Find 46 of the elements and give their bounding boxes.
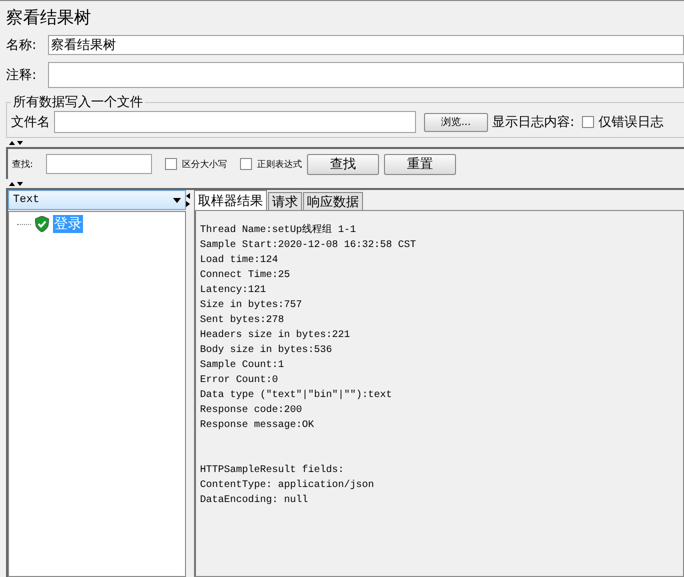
tab[interactable]: 请求 bbox=[268, 192, 302, 210]
checkbox-label: 正则表达式 bbox=[257, 158, 302, 170]
renderer-dropdown[interactable]: Text bbox=[8, 190, 186, 210]
result-line: Data type ("text"|"bin"|""):text bbox=[200, 388, 394, 403]
result-line: Response code:200 bbox=[200, 404, 304, 418]
name-label: 名称: bbox=[6, 37, 38, 54]
tab[interactable]: 响应数据 bbox=[303, 192, 363, 210]
browse-button[interactable]: 浏览... bbox=[424, 112, 488, 132]
comment-label: 注释: bbox=[6, 67, 38, 84]
reset-button[interactable]: 重置 bbox=[384, 154, 456, 174]
comment-field[interactable] bbox=[48, 62, 684, 88]
shield-check-icon bbox=[35, 216, 49, 232]
result-line: Sample Start:2020-12-08 16:32:58 CST bbox=[200, 238, 418, 253]
find-button[interactable]: 查找 bbox=[307, 154, 380, 174]
result-line: Body size in bytes:536 bbox=[200, 344, 334, 358]
result-line: Sent bytes:278 bbox=[200, 314, 286, 328]
result-line: Thread Name:setUp线程组 1-1 bbox=[200, 223, 358, 238]
result-line: Load time:124 bbox=[200, 254, 280, 268]
file-name-label: 文件名 bbox=[11, 114, 50, 131]
result-line: Headers size in bytes:221 bbox=[200, 328, 352, 343]
result-line: Error Count:0 bbox=[200, 374, 280, 388]
checkbox-label: 区分大小写 bbox=[182, 158, 228, 170]
result-line: Connect Time:25 bbox=[200, 268, 292, 283]
splitter-arrows-icon[interactable] bbox=[186, 193, 191, 207]
checkbox[interactable] bbox=[582, 116, 594, 128]
caret-icon bbox=[173, 198, 181, 202]
result-line: HTTPSampleResult fields: bbox=[200, 464, 346, 478]
window-title: 察看结果树 bbox=[5, 7, 92, 30]
group-title: 所有数据写入一个文件 bbox=[12, 94, 144, 111]
log-label: 显示日志内容: bbox=[492, 114, 574, 131]
result-line: Response message:OK bbox=[200, 419, 316, 433]
result-line: ContentType: application/json bbox=[200, 478, 376, 493]
name-field[interactable]: 察看结果树 bbox=[48, 35, 684, 55]
splitter-arrows-icon[interactable] bbox=[8, 140, 24, 146]
checkbox-label: 仅错误日志 bbox=[598, 114, 664, 131]
checkbox[interactable] bbox=[165, 158, 178, 170]
search-field[interactable] bbox=[46, 154, 152, 174]
search-label: 查找: bbox=[12, 158, 34, 170]
result-line: DataEncoding: null bbox=[200, 494, 310, 508]
result-line: Size in bytes:757 bbox=[200, 298, 304, 313]
file-name-field[interactable] bbox=[54, 111, 416, 133]
result-line: Latency:121 bbox=[200, 284, 268, 298]
result-line: Sample Count:1 bbox=[200, 358, 286, 373]
splitter-arrows-icon[interactable] bbox=[8, 180, 24, 186]
tab[interactable]: 取样器结果 bbox=[194, 190, 267, 210]
checkbox[interactable] bbox=[240, 158, 252, 170]
